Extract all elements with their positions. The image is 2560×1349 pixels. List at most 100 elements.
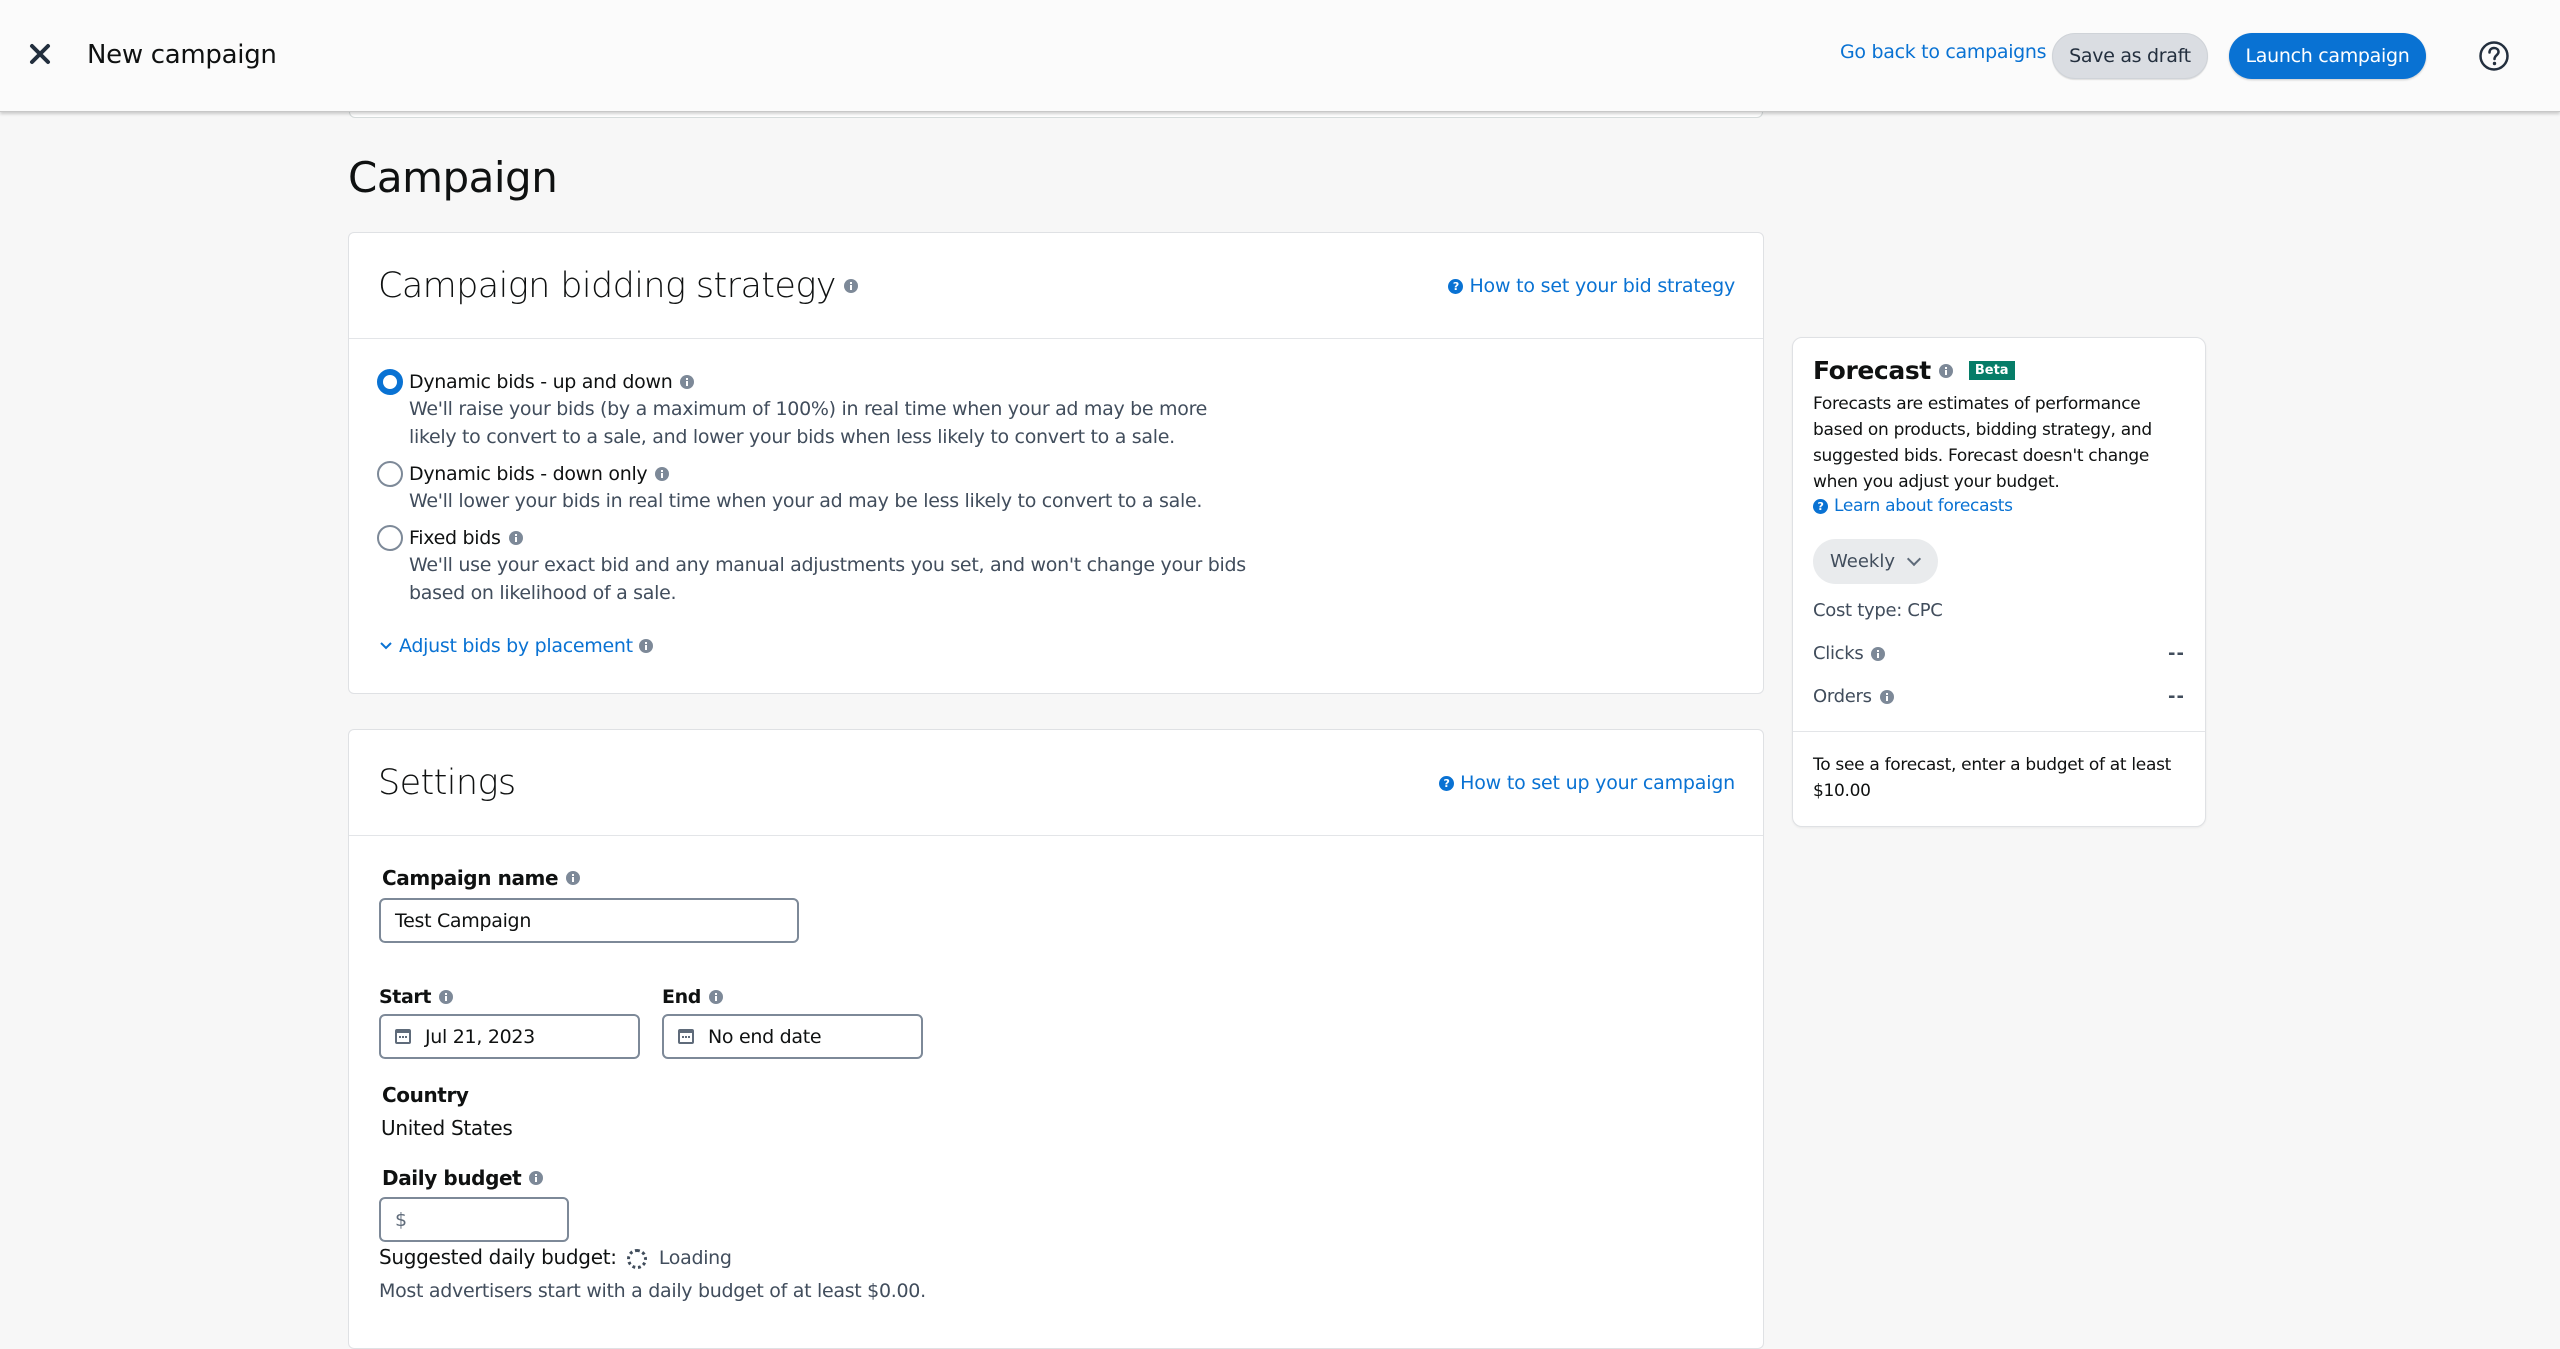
setup-campaign-help-link[interactable]: ? How to set up your campaign: [1439, 772, 1735, 794]
info-icon[interactable]: [680, 375, 695, 389]
adjust-bids-text: Adjust bids by placement: [399, 635, 633, 657]
chevron-down-icon: [380, 642, 392, 650]
info-icon[interactable]: [655, 467, 670, 481]
learn-about-forecasts-link[interactable]: ? Learn about forecasts: [1813, 496, 2013, 516]
start-date-label: Start: [379, 986, 454, 1008]
info-icon[interactable]: [566, 871, 581, 885]
question-icon: ?: [1813, 498, 1828, 514]
bid-option-label: Fixed bids: [409, 527, 523, 549]
bid-option-label-text: Dynamic bids - down only: [409, 463, 648, 485]
info-icon[interactable]: [1879, 689, 1894, 704]
bidding-card-title: Campaign bidding strategy: [378, 263, 858, 309]
chevron-down-icon: [1906, 551, 1922, 567]
settings-card: Settings ? How to set up your campaign C…: [348, 729, 1764, 1349]
end-date-picker[interactable]: No end date: [662, 1014, 923, 1059]
info-icon[interactable]: [439, 990, 454, 1004]
bidding-card-header: Campaign bidding strategy ? How to set y…: [349, 233, 1763, 339]
bid-option-dynamic-down-only: Dynamic bids - down only We'll lower you…: [377, 461, 1249, 515]
top-bar: New campaign Go back to campaigns Save a…: [0, 0, 2560, 112]
learn-about-forecasts-text: Learn about forecasts: [1834, 496, 2013, 516]
end-date-value: No end date: [708, 1025, 822, 1048]
daily-budget-label: Daily budget: [382, 1166, 544, 1190]
daily-budget-label-text: Daily budget: [382, 1166, 522, 1190]
radio-button[interactable]: [377, 525, 403, 551]
forecast-title: Forecast Beta: [1813, 356, 2015, 385]
bid-option-description: We'll use your exact bid and any manual …: [409, 554, 1246, 604]
bid-strategy-help-link[interactable]: ? How to set your bid strategy: [1448, 275, 1735, 297]
suggested-budget: Suggested daily budget: Loading: [379, 1245, 732, 1269]
info-icon[interactable]: [708, 990, 723, 1004]
section-title: Campaign: [348, 153, 558, 202]
end-date-label-text: End: [662, 986, 701, 1008]
bidding-card-title-text: Campaign bidding strategy: [378, 266, 836, 306]
start-date-picker[interactable]: Jul 21, 2023: [379, 1014, 640, 1059]
budget-advice: Most advertisers start with a daily budg…: [379, 1280, 926, 1302]
suggested-budget-status: Loading: [658, 1247, 732, 1269]
page-heading: New campaign: [87, 40, 277, 70]
info-icon[interactable]: [843, 279, 858, 293]
forecast-note: To see a forecast, enter a budget of at …: [1813, 755, 2172, 801]
settings-card-title: Settings: [378, 760, 516, 806]
bid-option-description: We'll lower your bids in real time when …: [409, 490, 1203, 512]
close-icon: [30, 44, 50, 64]
bid-option-dynamic-up-down: Dynamic bids - up and down We'll raise y…: [377, 369, 1249, 451]
beta-badge: Beta: [1968, 361, 2015, 380]
launch-campaign-button[interactable]: Launch campaign: [2229, 33, 2426, 79]
forecast-title-text: Forecast: [1813, 356, 1931, 385]
cost-type: Cost type: CPC: [1813, 600, 2185, 621]
bid-option-label: Dynamic bids - down only: [409, 463, 670, 485]
daily-budget-input[interactable]: $: [379, 1197, 569, 1242]
info-icon[interactable]: [638, 639, 653, 653]
info-icon[interactable]: [1938, 363, 1953, 378]
metric-value: --: [2168, 643, 2185, 664]
country-label-text: Country: [382, 1083, 469, 1107]
bid-option-label-text: Fixed bids: [409, 527, 501, 549]
country-label: Country: [382, 1083, 469, 1107]
cost-type-text: Cost type: CPC: [1813, 600, 1943, 621]
forecast-period-dropdown[interactable]: Weekly: [1813, 539, 1938, 584]
bid-option-row[interactable]: Dynamic bids - down only: [377, 461, 1249, 487]
adjust-bids-by-placement-link[interactable]: Adjust bids by placement: [379, 635, 653, 657]
metric-label: Clicks: [1813, 643, 1886, 664]
radio-button[interactable]: [377, 461, 403, 487]
suggested-budget-label: Suggested daily budget:: [379, 1245, 617, 1269]
info-icon[interactable]: [1871, 646, 1886, 661]
radio-button-selected[interactable]: [377, 369, 403, 395]
forecast-panel: Forecast Beta Forecasts are estimates of…: [1792, 337, 2206, 827]
country-value: United States: [381, 1116, 513, 1140]
bidding-strategy-card: Campaign bidding strategy ? How to set y…: [348, 232, 1764, 694]
bid-option-row[interactable]: Fixed bids: [377, 525, 1249, 551]
loading-spinner-icon: [626, 1248, 647, 1269]
bidding-radio-group: Dynamic bids - up and down We'll raise y…: [377, 369, 1249, 619]
bid-option-label-text: Dynamic bids - up and down: [409, 371, 673, 393]
start-date-label-text: Start: [379, 986, 432, 1008]
help-circle-icon: [2479, 41, 2509, 71]
metric-label-text: Orders: [1813, 686, 1872, 707]
forecast-period-value: Weekly: [1830, 551, 1895, 572]
currency-prefix: $: [395, 1208, 407, 1231]
bid-option-label: Dynamic bids - up and down: [409, 371, 695, 393]
bid-strategy-help-text: How to set your bid strategy: [1469, 275, 1735, 297]
forecast-description: Forecasts are estimates of performance b…: [1813, 394, 2152, 492]
info-icon[interactable]: [508, 531, 523, 545]
help-button[interactable]: [2476, 38, 2512, 74]
bid-option-row[interactable]: Dynamic bids - up and down: [377, 369, 1249, 395]
end-date-label: End: [662, 986, 723, 1008]
go-back-to-campaigns-link[interactable]: Go back to campaigns: [1840, 41, 2047, 63]
metric-label-text: Clicks: [1813, 643, 1864, 664]
forecast-metric-clicks: Clicks --: [1813, 643, 2185, 664]
campaign-name-value: Test Campaign: [395, 909, 532, 932]
settings-card-header: Settings ? How to set up your campaign: [349, 730, 1763, 836]
metric-label: Orders: [1813, 686, 1894, 707]
save-as-draft-button[interactable]: Save as draft: [2052, 33, 2208, 79]
calendar-icon: [678, 1029, 694, 1044]
bid-option-description: We'll raise your bids (by a maximum of 1…: [409, 398, 1208, 448]
info-icon[interactable]: [529, 1171, 544, 1185]
settings-card-title-text: Settings: [378, 763, 516, 803]
forecast-divider: [1793, 731, 2205, 732]
question-icon: ?: [1448, 278, 1464, 294]
setup-campaign-help-text: How to set up your campaign: [1460, 772, 1735, 794]
campaign-name-input[interactable]: Test Campaign: [379, 898, 799, 943]
question-icon: ?: [1439, 775, 1455, 791]
close-button[interactable]: [22, 36, 58, 72]
